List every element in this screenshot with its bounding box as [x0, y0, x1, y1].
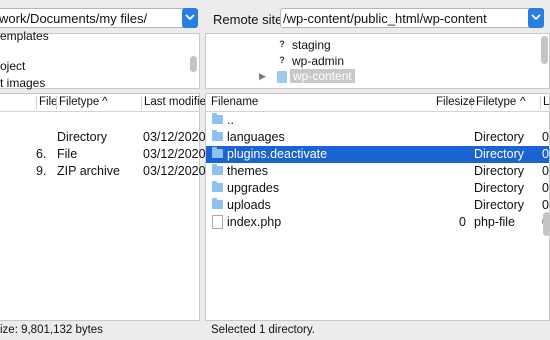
remote-tree-item-wp-content[interactable]: wp-content: [290, 69, 355, 83]
remote-tree-item-wp-admin[interactable]: wp-admin: [292, 54, 344, 68]
cell-filename: languages: [227, 130, 285, 144]
sort-ascending-icon: ^: [520, 94, 526, 108]
expand-arrow-icon[interactable]: ▶: [259, 71, 266, 82]
chevron-down-icon: [531, 14, 541, 21]
remote-col-last[interactable]: L: [543, 96, 549, 108]
folder-icon: [212, 113, 223, 124]
remote-directory-tree[interactable]: ? staging ? wp-admin ▶ wp-content: [205, 33, 550, 89]
remote-tree-scrollbar[interactable]: [541, 36, 548, 64]
cell-modified: 03/12/2020: [143, 147, 206, 161]
cell-extra: 0: [542, 164, 549, 178]
remote-col-filetype[interactable]: Filetype: [476, 96, 516, 108]
table-row[interactable]: 9. ZIP archive 03/12/2020: [0, 163, 206, 180]
table-row[interactable]: 6. File 03/12/2020: [0, 146, 206, 163]
local-tree-scrollbar[interactable]: [190, 56, 197, 72]
cell-modified: 03/12/2020: [143, 130, 206, 144]
local-col-filesize[interactable]: File: [39, 96, 58, 108]
table-row[interactable]: uploads Directory 0: [206, 197, 549, 214]
remote-status-text: Selected 1 directory.: [211, 324, 315, 336]
table-row[interactable]: Directory 03/12/2020: [0, 129, 206, 146]
local-tree-item[interactable]: oject: [0, 59, 25, 73]
chevron-down-icon: [185, 14, 195, 21]
cell-extra: 0: [542, 181, 549, 195]
remote-list-header: Filename Filesize Filetype ^ L: [206, 94, 549, 112]
cell-filetype: Directory: [57, 130, 108, 144]
remote-list-scrollbar[interactable]: [543, 212, 550, 236]
folder-icon: [277, 71, 287, 83]
table-row[interactable]: upgrades Directory 0: [206, 180, 549, 197]
local-path-dropdown-button[interactable]: [182, 8, 198, 28]
local-path-combo[interactable]: work/Documents/my files/: [0, 8, 198, 28]
local-list-header: File Filetype ^ Last modifie: [0, 94, 206, 112]
remote-site-label: Remote site:: [213, 12, 286, 27]
table-row[interactable]: ..: [206, 112, 549, 129]
remote-tree-item-staging[interactable]: staging: [292, 38, 331, 52]
unknown-folder-icon: ?: [279, 39, 285, 49]
column-separator: [56, 96, 57, 109]
cell-filename: themes: [227, 164, 268, 178]
local-status-bar: ize: 9,801,132 bytes: [0, 324, 200, 340]
local-col-filetype[interactable]: Filetype: [59, 96, 99, 108]
remote-path-value: /wp-content/public_html/wp-content: [283, 11, 487, 26]
table-row-selected[interactable]: plugins.deactivate Directory 0: [206, 146, 549, 163]
cell-filetype: Directory: [474, 181, 525, 195]
remote-status-bar: Selected 1 directory.: [211, 324, 541, 340]
cell-extra: 0: [542, 130, 549, 144]
cell-filetype: File: [57, 147, 78, 161]
local-col-modified[interactable]: Last modifie: [144, 96, 206, 108]
cell-extra: 0: [542, 147, 549, 161]
folder-icon: [212, 181, 223, 192]
column-separator: [36, 96, 37, 109]
folder-icon: [212, 147, 223, 158]
cell-filetype: Directory: [474, 198, 525, 212]
local-directory-tree[interactable]: emplates oject t images: [0, 29, 200, 90]
local-tree-item[interactable]: emplates: [0, 29, 49, 43]
remote-path-combo[interactable]: /wp-content/public_html/wp-content: [280, 8, 544, 28]
folder-icon: [212, 198, 223, 209]
cell-filename: uploads: [227, 198, 271, 212]
cell-filesize: 9.: [36, 164, 47, 178]
local-status-text: ize: 9,801,132 bytes: [0, 324, 103, 336]
column-separator: [540, 96, 541, 109]
cell-filename: upgrades: [227, 181, 280, 195]
local-path-value: work/Documents/my files/: [0, 11, 148, 26]
table-row[interactable]: index.php 0 php-file 0: [206, 214, 549, 231]
local-tree-item[interactable]: t images: [0, 76, 45, 90]
cell-modified: 03/12/2020: [143, 164, 206, 178]
cell-filetype: php-file: [474, 215, 515, 229]
column-separator: [141, 96, 142, 109]
remote-path-dropdown-button[interactable]: [528, 8, 544, 28]
sort-ascending-icon: ^: [102, 94, 108, 108]
remote-file-list[interactable]: Filename Filesize Filetype ^ L .. langua…: [205, 93, 550, 321]
cell-filename: ..: [227, 113, 234, 127]
local-file-list[interactable]: File Filetype ^ Last modifie Directory 0…: [0, 93, 206, 321]
cell-filetype: Directory: [474, 147, 525, 161]
table-row[interactable]: languages Directory 0: [206, 129, 549, 146]
cell-filesize: 0: [459, 215, 466, 229]
remote-col-filename[interactable]: Filename: [211, 96, 258, 108]
cell-filename: plugins.deactivate: [227, 147, 328, 161]
cell-extra: 0: [542, 198, 549, 212]
cell-filetype: Directory: [474, 164, 525, 178]
cell-filename: index.php: [227, 215, 282, 229]
cell-filetype: ZIP archive: [57, 164, 120, 178]
table-row[interactable]: themes Directory 0: [206, 163, 549, 180]
cell-filesize: 6.: [36, 147, 47, 161]
folder-icon: [212, 130, 223, 141]
unknown-folder-icon: ?: [279, 55, 285, 65]
remote-col-filesize[interactable]: Filesize: [436, 96, 475, 108]
folder-icon: [212, 164, 223, 175]
cell-filetype: Directory: [474, 130, 525, 144]
file-icon: [212, 215, 223, 229]
